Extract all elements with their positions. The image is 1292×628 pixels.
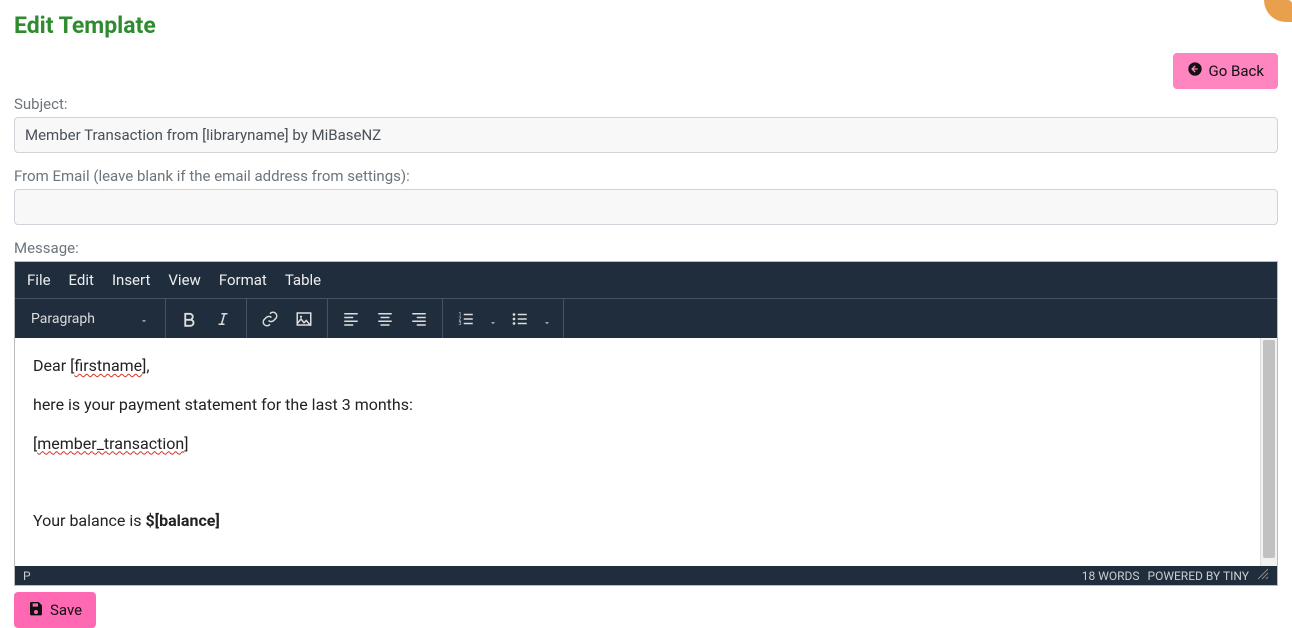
menu-view[interactable]: View xyxy=(168,271,200,289)
editor-body[interactable]: Dear [firstname], here is your payment s… xyxy=(15,338,1277,566)
format-select-label: Paragraph xyxy=(31,311,95,327)
subject-input[interactable] xyxy=(14,117,1278,153)
chevron-down-icon xyxy=(488,314,498,324)
format-select[interactable]: Paragraph xyxy=(21,311,159,327)
subject-label: Subject: xyxy=(14,95,1278,113)
status-powered[interactable]: POWERED BY TINY xyxy=(1148,569,1250,583)
save-disk-icon xyxy=(28,600,44,620)
body-token-text: member_transaction xyxy=(37,434,184,453)
from-email-label: From Email (leave blank if the email add… xyxy=(14,167,1278,185)
menu-edit[interactable]: Edit xyxy=(69,271,94,289)
editor-statusbar: P 18 WORDS POWERED BY TINY xyxy=(15,566,1277,585)
chevron-down-icon xyxy=(542,314,552,324)
bullet-list-dropdown[interactable] xyxy=(537,302,557,336)
body-line2: here is your payment statement for the l… xyxy=(33,393,1259,418)
body-greeting-suffix: ], xyxy=(142,356,149,375)
richtext-editor: File Edit Insert View Format Table Parag… xyxy=(14,261,1278,586)
image-button[interactable] xyxy=(287,302,321,336)
body-greeting-prefix: Dear [ xyxy=(33,356,74,375)
align-right-button[interactable] xyxy=(402,302,436,336)
message-label: Message: xyxy=(14,239,1278,257)
resize-handle-icon[interactable] xyxy=(1257,568,1269,583)
bullet-list-button[interactable] xyxy=(503,302,537,336)
align-left-button[interactable] xyxy=(334,302,368,336)
editor-menubar: File Edit Insert View Format Table xyxy=(15,262,1277,298)
body-balance-prefix: Your balance is xyxy=(33,511,146,530)
numbered-list-button[interactable]: 123 xyxy=(449,302,483,336)
menu-format[interactable]: Format xyxy=(219,271,267,289)
body-balance-token: $[balance] xyxy=(146,511,220,530)
bold-button[interactable] xyxy=(172,302,206,336)
menu-file[interactable]: File xyxy=(27,271,51,289)
from-email-input[interactable] xyxy=(14,189,1278,225)
save-button[interactable]: Save xyxy=(14,592,96,628)
status-words: 18 WORDS xyxy=(1082,569,1140,583)
editor-scrollbar[interactable] xyxy=(1260,338,1277,566)
status-path[interactable]: P xyxy=(23,569,31,583)
body-token-suffix: ] xyxy=(184,434,188,453)
go-back-button[interactable]: Go Back xyxy=(1173,53,1278,89)
page-title: Edit Template xyxy=(14,12,1278,39)
chevron-down-icon xyxy=(139,314,149,324)
arrow-left-circle-icon xyxy=(1187,61,1203,81)
align-center-button[interactable] xyxy=(368,302,402,336)
editor-toolbar: Paragraph xyxy=(15,298,1277,338)
menu-insert[interactable]: Insert xyxy=(112,271,150,289)
svg-text:3: 3 xyxy=(458,321,461,327)
save-label: Save xyxy=(50,601,82,619)
italic-button[interactable] xyxy=(206,302,240,336)
body-greeting-name: firstname xyxy=(74,356,142,375)
menu-table[interactable]: Table xyxy=(285,271,321,289)
numbered-list-dropdown[interactable] xyxy=(483,302,503,336)
scrollbar-thumb[interactable] xyxy=(1263,340,1275,558)
go-back-label: Go Back xyxy=(1209,62,1264,80)
link-button[interactable] xyxy=(253,302,287,336)
